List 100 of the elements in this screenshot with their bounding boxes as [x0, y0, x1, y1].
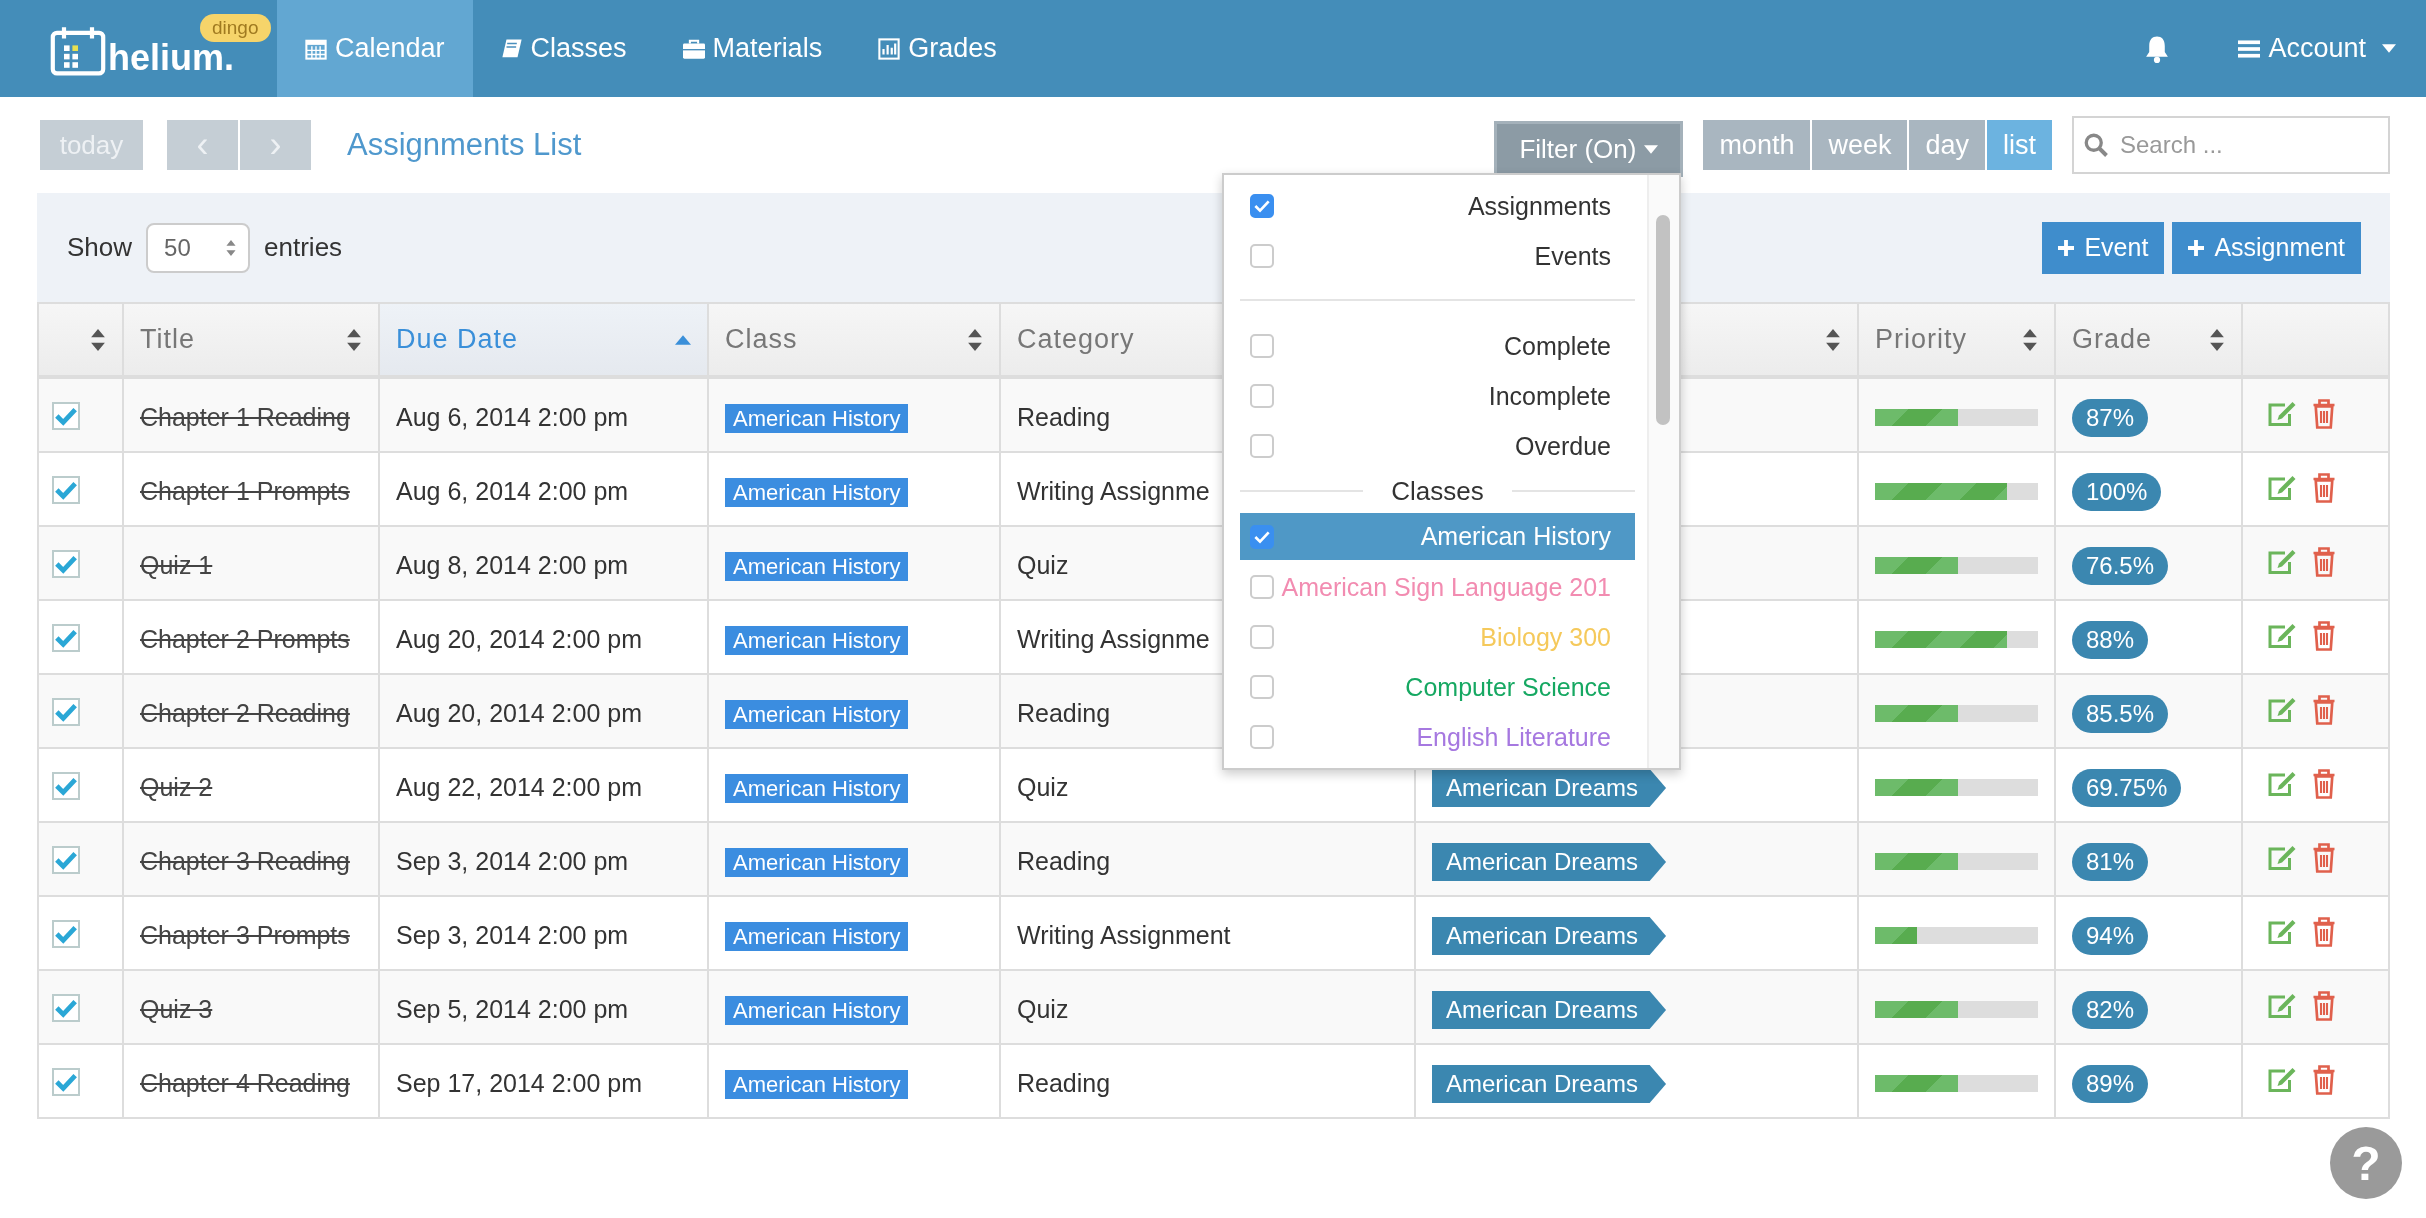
nav-tab[interactable]: Grades [850, 0, 1025, 97]
completed-checkbox[interactable] [52, 920, 80, 948]
account-menu[interactable]: Account [2210, 0, 2426, 97]
completed-checkbox[interactable] [52, 698, 80, 726]
category-text: Reading [1017, 847, 1111, 875]
edit-icon[interactable] [2267, 843, 2297, 873]
edit-icon[interactable] [2267, 621, 2297, 651]
class-filter-option[interactable]: American History [1240, 513, 1635, 560]
filter-checkbox[interactable] [1250, 524, 1274, 549]
category-text: Writing Assignme [1017, 625, 1210, 653]
filter-option[interactable]: Events [1240, 231, 1635, 281]
plus-icon [2058, 239, 2075, 256]
column-label: Category [1017, 324, 1135, 355]
filter-checkbox[interactable] [1250, 625, 1274, 649]
column-label: Class [725, 324, 798, 355]
filter-checkbox[interactable] [1250, 244, 1274, 268]
scrollbar[interactable] [1647, 175, 1679, 768]
filter-checkbox[interactable] [1250, 725, 1274, 749]
completed-checkbox[interactable] [52, 772, 80, 800]
nav-tab[interactable]: Materials [654, 0, 851, 97]
edit-icon[interactable] [2267, 473, 2297, 503]
plus-icon [2188, 239, 2205, 256]
filter-checkbox[interactable] [1250, 334, 1274, 358]
add-button[interactable]: Event [2042, 221, 2165, 274]
assignment-title[interactable]: Quiz 1 [140, 551, 213, 579]
view-button[interactable]: list [1987, 120, 2052, 170]
column-label: Grade [2072, 324, 2153, 355]
due-date: Aug 20, 2014 2:00 pm [396, 699, 643, 727]
completed-checkbox[interactable] [52, 624, 80, 652]
completed-checkbox[interactable] [52, 846, 80, 874]
category-text: Quiz [1017, 773, 1069, 801]
grade-badge: 81% [2072, 843, 2149, 881]
bell-icon[interactable] [2144, 34, 2171, 63]
class-tag: American History [725, 1070, 909, 1099]
search-field[interactable]: Search ... [2072, 116, 2390, 174]
check-icon [55, 998, 77, 1018]
sort-icon [2022, 328, 2038, 351]
completed-checkbox[interactable] [52, 994, 80, 1022]
filter-checkbox[interactable] [1250, 194, 1274, 218]
class-filter-option[interactable]: English Literature [1240, 712, 1635, 762]
filter-checkbox[interactable] [1250, 384, 1274, 408]
briefcase-icon [682, 37, 705, 60]
category-text: Quiz [1017, 995, 1069, 1023]
class-filter-option[interactable]: American Sign Language 201 [1240, 562, 1635, 612]
book-icon [500, 37, 523, 60]
completed-checkbox[interactable] [52, 1068, 80, 1096]
filter-checkbox[interactable] [1250, 434, 1274, 458]
nav-tab[interactable]: Classes [472, 0, 655, 97]
filter-option[interactable]: Assignments [1240, 181, 1635, 231]
page-size-select[interactable]: 50 [146, 222, 251, 273]
nav-tab[interactable]: Calendar [277, 0, 473, 97]
column-header[interactable]: Priority [1858, 303, 2055, 377]
category-text: Reading [1017, 699, 1111, 727]
filter-checkbox[interactable] [1250, 575, 1274, 599]
edit-icon[interactable] [2267, 695, 2297, 725]
column-header[interactable]: Due Date [379, 303, 708, 377]
column-header[interactable] [38, 303, 123, 377]
due-date: Aug 22, 2014 2:00 pm [396, 773, 643, 801]
class-tag: American History [725, 552, 909, 581]
grade-badge: 76.5% [2072, 547, 2169, 585]
sort-ascending-icon [675, 334, 691, 345]
class-tag: American History [725, 922, 909, 951]
edit-icon[interactable] [2267, 769, 2297, 799]
check-icon [55, 480, 77, 500]
column-header[interactable]: Grade [2055, 303, 2242, 377]
column-label: Due Date [396, 324, 519, 355]
edit-icon[interactable] [2267, 991, 2297, 1021]
grade-badge: 100% [2072, 473, 2162, 511]
edit-icon[interactable] [2267, 1065, 2297, 1095]
check-icon [55, 406, 77, 426]
check-icon [55, 1072, 77, 1092]
category-text: Reading [1017, 403, 1111, 431]
edit-icon[interactable] [2267, 917, 2297, 947]
sort-icon [967, 328, 983, 351]
check-icon [55, 628, 77, 648]
edit-icon[interactable] [2267, 399, 2297, 429]
filter-button[interactable]: Filter (On) [1494, 121, 1684, 177]
sort-icon [90, 328, 106, 351]
material-tag: American Dreams [1432, 843, 1667, 881]
material-tag: American Dreams [1432, 769, 1667, 807]
help-button[interactable]: ? [2330, 1127, 2402, 1199]
completed-checkbox[interactable] [52, 550, 80, 578]
view-button[interactable]: day [1909, 120, 1985, 170]
add-button[interactable]: Assignment [2172, 221, 2361, 274]
completed-checkbox[interactable] [52, 402, 80, 430]
check-icon [55, 702, 77, 722]
sort-icon [1825, 328, 1841, 351]
view-button[interactable]: week [1812, 120, 1908, 170]
class-filter-option[interactable]: Computer Science [1240, 662, 1635, 712]
completed-checkbox[interactable] [52, 476, 80, 504]
list-icon [2238, 37, 2261, 60]
view-button[interactable]: month [1703, 120, 1811, 170]
due-date: Sep 5, 2014 2:00 pm [396, 995, 629, 1023]
filter-option[interactable]: Overdue [1240, 421, 1635, 471]
column-header[interactable]: Class [708, 303, 1000, 377]
edit-icon[interactable] [2267, 547, 2297, 577]
assignment-title[interactable]: Quiz 3 [140, 995, 213, 1023]
column-header[interactable]: Title [123, 303, 379, 377]
assignment-title[interactable]: Quiz 2 [140, 773, 213, 801]
filter-checkbox[interactable] [1250, 675, 1274, 699]
